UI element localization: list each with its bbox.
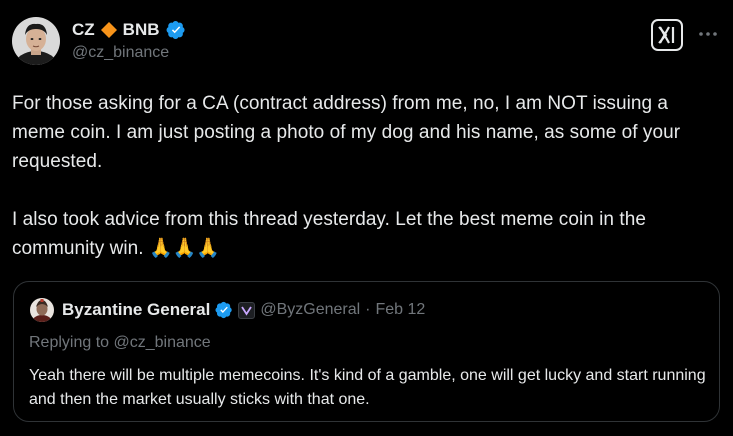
quoted-tweet[interactable]: Byzantine General @ByzGeneral · Feb 12 R… (13, 281, 720, 422)
tweet-card: CZ BNB @cz_binance For those asking for … (0, 0, 733, 436)
replying-to-handle[interactable]: @cz_binance (114, 334, 211, 351)
author-name[interactable]: CZ (72, 20, 95, 40)
author-name-row[interactable]: CZ BNB (72, 19, 186, 41)
tweet-text: For those asking for a CA (contract addr… (12, 93, 681, 259)
replying-to: Replying to @cz_binance (29, 334, 211, 352)
affiliate-badge-icon[interactable] (238, 301, 256, 319)
verified-badge-icon[interactable] (166, 20, 186, 40)
quoted-author-avatar[interactable] (30, 298, 54, 322)
replying-to-prefix: Replying to (29, 334, 114, 351)
author-name-suffix[interactable]: BNB (123, 20, 160, 40)
author-handle[interactable]: @cz_binance (72, 44, 169, 62)
separator-dot: · (365, 301, 371, 318)
more-icon[interactable] (697, 23, 719, 45)
orange-diamond-icon (100, 22, 117, 38)
quoted-header: Byzantine General @ByzGeneral · Feb 12 (62, 298, 425, 322)
quoted-author-handle[interactable]: @ByzGeneral (260, 301, 360, 319)
quoted-text: Yeah there will be multiple memecoins. I… (29, 367, 706, 408)
quoted-author-name[interactable]: Byzantine General (62, 300, 210, 320)
x-logo-icon[interactable] (651, 19, 683, 51)
verified-badge-icon[interactable] (215, 301, 233, 319)
quoted-date[interactable]: Feb 12 (376, 301, 426, 319)
author-avatar[interactable] (12, 17, 60, 65)
